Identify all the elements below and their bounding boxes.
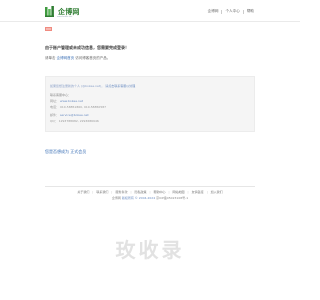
- footer-separator: |: [206, 190, 208, 194]
- info-box: 如果您想注册新的个人 (@bokee.net)， 请点击联系客服以处理 联系客服…: [45, 76, 255, 132]
- alert-badge: [45, 27, 52, 31]
- top-navigation: 企博网 个人中心 帮助: [208, 9, 254, 14]
- footer-link-about[interactable]: 关于我们: [77, 190, 89, 194]
- nav-divider: [242, 9, 244, 14]
- nav-item-user-center[interactable]: 个人中心: [225, 9, 239, 14]
- footer-separator: |: [111, 190, 113, 194]
- home-link[interactable]: 企博网首页: [57, 56, 75, 60]
- message-prefix: 请单击: [45, 56, 56, 60]
- footer-link-contact[interactable]: 联系我们: [96, 190, 108, 194]
- footer-link-join[interactable]: 加入我们: [211, 190, 223, 194]
- page-header: 企博网 www.bokee.net 企博网 个人中心 帮助: [0, 0, 300, 21]
- message-title: 由于账户管理或未成功信息，您需要完成登录！: [45, 45, 129, 50]
- header-divider: [0, 21, 300, 22]
- email-link[interactable]: service@bokee.net: [60, 113, 89, 117]
- contact-email: 邮件： service@bokee.net: [50, 113, 89, 117]
- email-label: 邮件：: [50, 113, 60, 117]
- info-intro-text: 如果您想注册新的个人 (@bokee.net)，: [50, 84, 105, 88]
- qq-value: 1293788682, 2293686946: [58, 119, 99, 123]
- footer-separator: |: [168, 190, 170, 194]
- contact-heading: 联系客服中心：: [50, 93, 72, 97]
- logo-text: 企博网: [58, 7, 80, 16]
- watermark: 玫收录: [115, 238, 185, 262]
- footer-separator: |: [187, 190, 189, 194]
- register-link[interactable]: 您是否想成为 正式会员: [45, 149, 86, 155]
- footer-separator: |: [130, 190, 132, 194]
- website-label: 网址：: [50, 99, 60, 103]
- contact-website: 网址： www.bokee.net: [50, 99, 83, 103]
- contact-qq: QQ： 1293788682, 2293686946: [50, 119, 99, 123]
- footer-link-help[interactable]: 帮助中心: [154, 190, 166, 194]
- nav-divider: [221, 9, 223, 14]
- nav-item-home[interactable]: 企博网: [208, 9, 219, 14]
- footer-link-terms[interactable]: 服务条款: [115, 190, 127, 194]
- footer-separator: |: [92, 190, 94, 194]
- contact-phone: 电话： 010-58851860, 010-58850587: [50, 105, 106, 109]
- logo-icon: [45, 6, 54, 17]
- footer-link-sitemap[interactable]: 网站地图: [173, 190, 185, 194]
- phone-value: 010-58851860, 010-58850587: [59, 105, 107, 109]
- footer-link-privacy[interactable]: 隐私政策: [134, 190, 146, 194]
- nav-item-help[interactable]: 帮助: [247, 9, 254, 14]
- footer-link-friends[interactable]: 友情链接: [192, 190, 204, 194]
- icp-number[interactable]: 京ICP备05023108号-1: [156, 196, 188, 200]
- message-line: 请单击 企博网首页 访问博客首页的产品。: [45, 56, 110, 61]
- footer-separator: |: [149, 190, 151, 194]
- message-suffix: 访问博客首页的产品。: [75, 56, 111, 60]
- contact-service-link[interactable]: 请点击联系客服以处理: [105, 84, 135, 88]
- copyright-brand: 企博网: [111, 196, 121, 200]
- footer-links: 关于我们 | 联系我们 | 服务条款 | 隐私政策 | 帮助中心 | 网站地图 …: [0, 190, 300, 194]
- footer-copyright: 企博网 版权所有 © 2004-2024 京ICP备05023108号-1: [0, 196, 300, 200]
- website-link[interactable]: www.bokee.net: [60, 99, 83, 103]
- info-intro: 如果您想注册新的个人 (@bokee.net)， 请点击联系客服以处理: [50, 84, 135, 88]
- logo-subtitle: www.bokee.net: [57, 16, 73, 18]
- footer-divider: [45, 186, 255, 187]
- phone-label: 电话：: [50, 105, 60, 109]
- copyright-text: 版权所有 © 2004-2024: [121, 196, 156, 200]
- qq-label: QQ：: [50, 119, 58, 123]
